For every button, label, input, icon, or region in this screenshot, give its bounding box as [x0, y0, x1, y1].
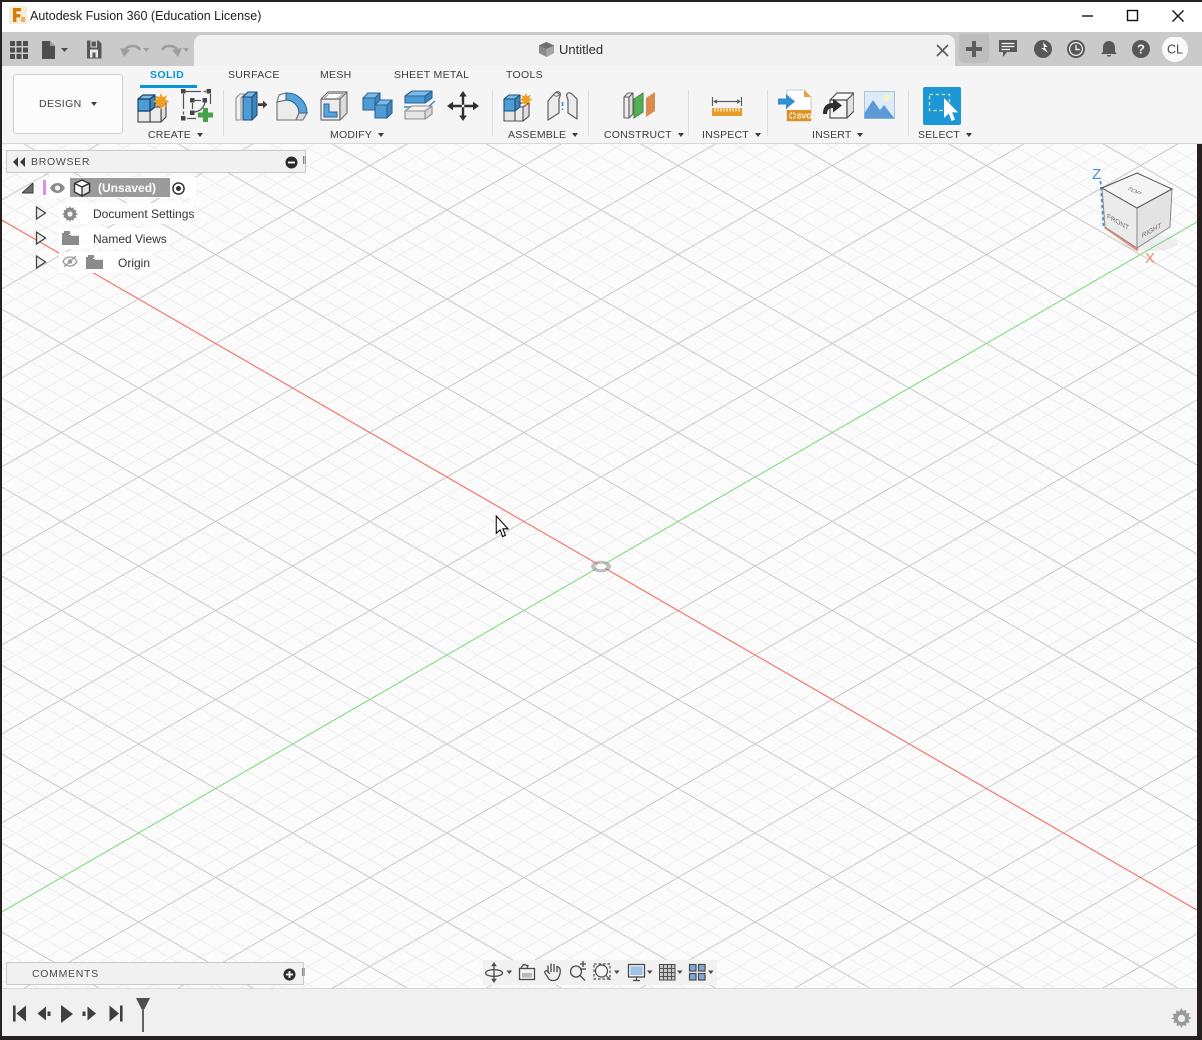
- svg-text:X: X: [1145, 250, 1155, 267]
- svg-text:CL: CL: [1167, 43, 1183, 57]
- svg-text:?: ?: [1137, 42, 1145, 57]
- svg-text:SVG: SVG: [797, 112, 813, 121]
- svg-text:Z: Z: [1092, 166, 1101, 183]
